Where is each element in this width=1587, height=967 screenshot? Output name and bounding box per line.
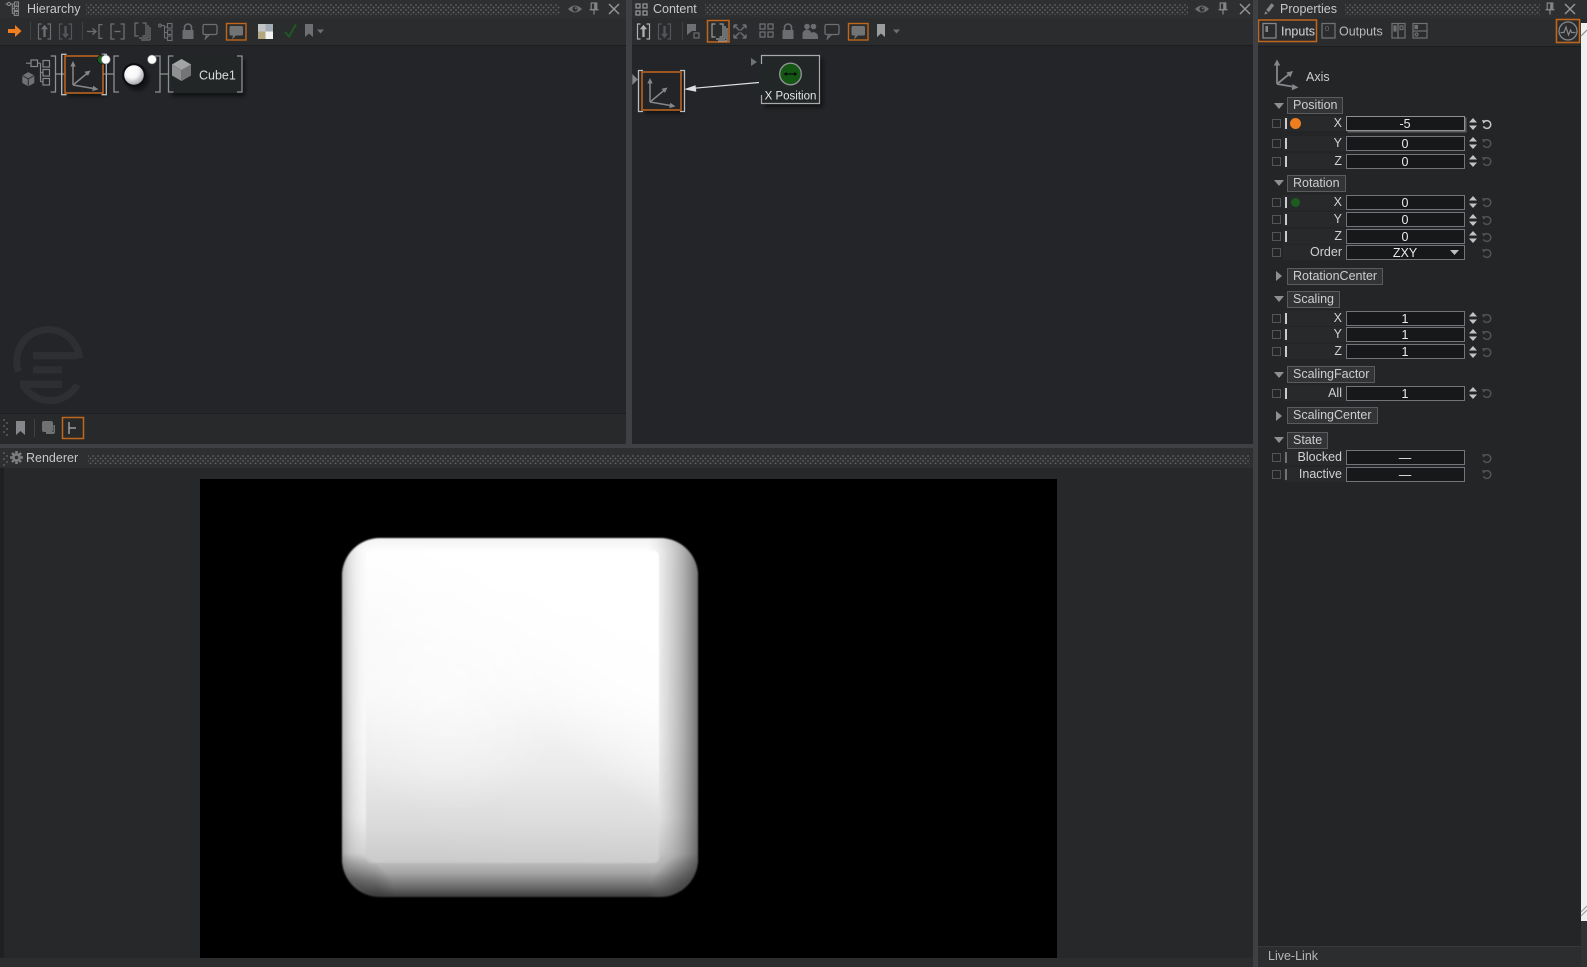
svg-text:X Position: X Position — [765, 91, 817, 103]
svg-text:Cube1: Cube1 — [199, 69, 236, 83]
svg-text:Inputs: Inputs — [1281, 25, 1315, 39]
svg-text:Outputs: Outputs — [1339, 25, 1383, 39]
svg-text:0: 0 — [1325, 24, 1329, 33]
